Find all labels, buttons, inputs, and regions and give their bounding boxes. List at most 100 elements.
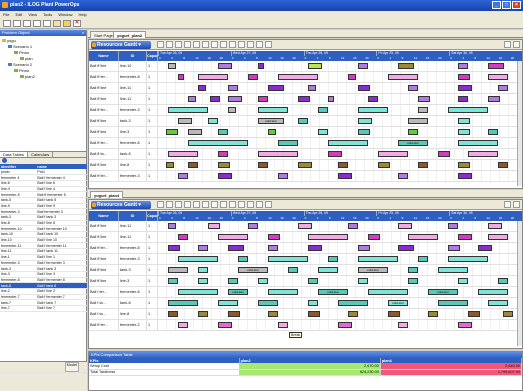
activity-bar[interactable] — [448, 223, 458, 229]
activity-bar[interactable] — [378, 151, 408, 157]
select-icon[interactable] — [184, 201, 191, 208]
settings-icon[interactable] — [247, 201, 254, 208]
activity-bar[interactable] — [166, 162, 174, 168]
activity-bar[interactable] — [198, 278, 208, 284]
gantt-view-selector[interactable]: Resources Gantt ▾ — [91, 201, 151, 209]
maximize-button[interactable]: □ — [502, 1, 511, 9]
activity-bar[interactable] — [408, 85, 418, 91]
activity-bar[interactable] — [428, 311, 438, 317]
gantt-view-selector[interactable]: Resources Gantt ▾ — [91, 41, 151, 49]
activity-bar[interactable] — [338, 300, 368, 306]
save-icon[interactable] — [157, 41, 164, 48]
activity-bar[interactable] — [308, 300, 318, 306]
edit-icon[interactable] — [53, 20, 61, 27]
minimize-button[interactable]: _ — [492, 1, 501, 9]
activity-bar[interactable] — [168, 311, 178, 317]
table-row[interactable]: Ball ff line line-10 1 — [89, 61, 522, 72]
tree-node[interactable]: plan2 — [2, 74, 84, 80]
activity-bar[interactable] — [348, 311, 358, 317]
activity-bar[interactable] — [178, 234, 188, 240]
activity-bar[interactable] — [258, 107, 288, 113]
activity-bar[interactable] — [488, 223, 502, 229]
activity-bar[interactable] — [408, 278, 418, 284]
activity-bar[interactable] — [238, 256, 248, 262]
activity-bar[interactable] — [258, 151, 298, 157]
activity-bar[interactable] — [488, 129, 498, 135]
activity-bar[interactable] — [468, 311, 480, 317]
activity-bar[interactable] — [268, 245, 278, 251]
refresh-icon[interactable] — [238, 41, 245, 48]
activity-bar[interactable] — [188, 96, 196, 102]
table-row[interactable]: Ball ff line tank-3 1 cold-stor — [89, 116, 522, 127]
activity-bar[interactable] — [308, 278, 318, 284]
activity-bar[interactable] — [298, 118, 308, 124]
activity-bar[interactable] — [308, 311, 320, 317]
activity-bar[interactable] — [308, 85, 316, 91]
activity-bar[interactable] — [458, 322, 472, 328]
activity-bar[interactable] — [448, 245, 460, 251]
activity-bar[interactable] — [478, 289, 508, 295]
activity-bar[interactable] — [458, 118, 470, 124]
table-row[interactable]: line-7 Ball f line 7 — [0, 305, 87, 312]
activity-bar[interactable] — [198, 267, 208, 273]
layout-icon[interactable] — [504, 41, 511, 48]
activity-bar[interactable] — [218, 151, 228, 157]
table-row[interactable]: Ball ff fer... fermenter-3 1 — [89, 171, 522, 182]
activity-bar[interactable] — [318, 267, 338, 273]
activity-bar[interactable] — [218, 162, 230, 168]
table-row[interactable]: Ball f fer... fermenter-8 1 cold-stor cold-s… — [89, 287, 522, 298]
tab-data-tables[interactable]: Data Tables — [0, 152, 29, 157]
activity-bar[interactable] — [488, 300, 508, 306]
add-icon[interactable] — [2, 158, 7, 163]
activity-bar[interactable] — [478, 245, 492, 251]
table-row[interactable]: Ball ff fer... fermenter-3 1 — [89, 105, 522, 116]
activity-bar[interactable] — [448, 256, 488, 262]
activity-bar[interactable] — [498, 162, 508, 168]
activity-bar[interactable] — [418, 96, 430, 102]
activity-bar[interactable] — [328, 96, 334, 102]
activity-bar[interactable] — [448, 107, 488, 113]
activity-bar[interactable] — [398, 322, 408, 328]
activity-bar[interactable] — [178, 322, 188, 328]
refresh-icon[interactable] — [238, 201, 245, 208]
activity-bar[interactable] — [368, 234, 380, 240]
activity-bar[interactable] — [268, 129, 276, 135]
zoom-icon[interactable] — [175, 201, 182, 208]
activity-bar[interactable] — [488, 63, 504, 69]
table-row[interactable]: Ball f ta... tank-8 1 cold-stor — [89, 298, 522, 309]
activity-bar[interactable] — [248, 223, 258, 229]
activity-bar[interactable] — [168, 63, 176, 69]
activity-bar[interactable] — [258, 300, 278, 306]
activity-bar[interactable]: cold-stor — [318, 289, 348, 295]
activity-bar[interactable]: cold-stor — [258, 118, 284, 124]
activity-bar[interactable] — [408, 129, 418, 135]
table-row[interactable]: Ball ff line line-3 1 — [89, 127, 522, 138]
activity-bar[interactable] — [398, 63, 414, 69]
settings-icon[interactable] — [63, 20, 71, 27]
magnify-icon[interactable] — [220, 201, 227, 208]
activity-bar[interactable] — [503, 311, 513, 317]
activity-bar[interactable] — [438, 151, 450, 157]
flag-icon[interactable] — [265, 201, 272, 208]
magnify-icon[interactable] — [220, 41, 227, 48]
table-row[interactable]: Ball ff line line-11 1 — [89, 221, 522, 232]
activity-bar[interactable] — [166, 129, 178, 135]
table-row[interactable]: Ball ff fer... fermenter-8 1 — [89, 243, 522, 254]
activity-bar[interactable] — [458, 129, 470, 135]
flag-icon[interactable] — [265, 41, 272, 48]
activity-bar[interactable] — [458, 96, 468, 102]
activity-bar[interactable] — [358, 118, 372, 124]
print-icon[interactable] — [166, 41, 173, 48]
filter-icon[interactable] — [229, 201, 236, 208]
activity-bar[interactable] — [198, 74, 228, 80]
activity-bar[interactable] — [458, 173, 472, 179]
activity-bar[interactable] — [358, 85, 370, 91]
save-icon[interactable] — [157, 201, 164, 208]
activity-bar[interactable] — [168, 151, 198, 157]
activity-bar[interactable] — [318, 107, 328, 113]
activity-bar[interactable] — [178, 289, 218, 295]
activity-bar[interactable] — [288, 267, 298, 273]
column-header[interactable]: Name — [89, 211, 119, 221]
activity-bar[interactable] — [228, 245, 244, 251]
activity-bar[interactable] — [468, 151, 498, 157]
